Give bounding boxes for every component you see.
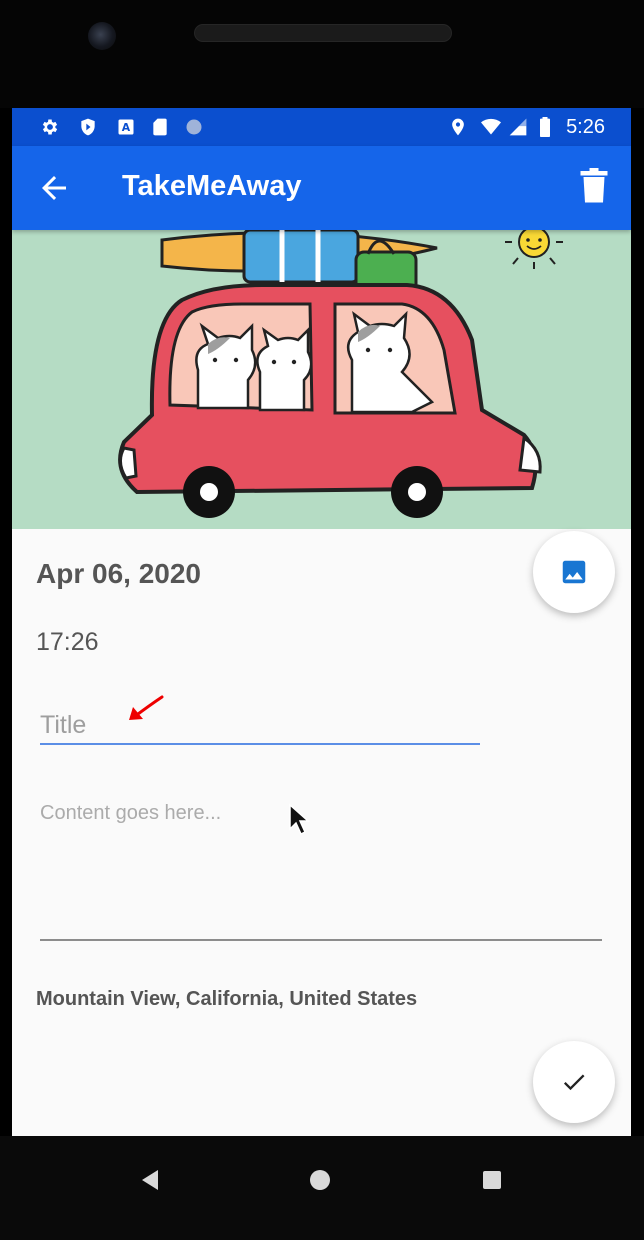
nav-back-button[interactable] [130,1160,170,1200]
status-bar: A 5:26 [12,108,631,146]
content-input[interactable] [40,798,602,941]
app-title: TakeMeAway [122,170,302,202]
front-camera [88,22,116,50]
earpiece-speaker [194,24,452,42]
signal-icon [509,118,527,136]
a-notification-icon: A [118,119,134,135]
add-image-button[interactable] [533,531,615,613]
nav-home-icon [310,1170,330,1190]
phone-screen: A 5:26 TakeMeAway Apr 06, 2020 17:26 Tit… [12,108,631,1136]
car-with-cats-illustration [12,230,631,529]
shield-icon [81,118,95,136]
svg-text:A: A [122,121,131,134]
circle-notification-icon [186,119,202,135]
location-icon [452,118,464,136]
mouse-pointer-icon [289,803,310,836]
app-bar: TakeMeAway [12,146,631,230]
image-icon [562,560,586,584]
trash-icon[interactable] [579,168,609,204]
nav-home-button[interactable] [300,1160,340,1200]
entry-date[interactable]: Apr 06, 2020 [36,558,201,590]
phone-top-bezel [0,0,644,108]
save-entry-button[interactable] [533,1041,615,1123]
nav-recents-icon [483,1171,501,1189]
entry-location: Mountain View, California, United States [36,988,418,1010]
title-input[interactable] [40,701,480,745]
sd-card-icon [153,118,167,136]
nav-back-icon [142,1170,158,1190]
check-icon [563,1074,585,1091]
red-annotation-arrow-icon [129,695,164,720]
settings-icon [42,119,58,135]
status-time: 5:26 [566,116,605,138]
entry-cover-image [12,230,631,529]
entry-time[interactable]: 17:26 [36,628,99,657]
system-navigation-bar [0,1136,644,1240]
wifi-icon [481,118,501,135]
arrow-back-icon[interactable] [36,170,72,206]
battery-icon [540,117,550,137]
nav-recents-button[interactable] [472,1160,512,1200]
